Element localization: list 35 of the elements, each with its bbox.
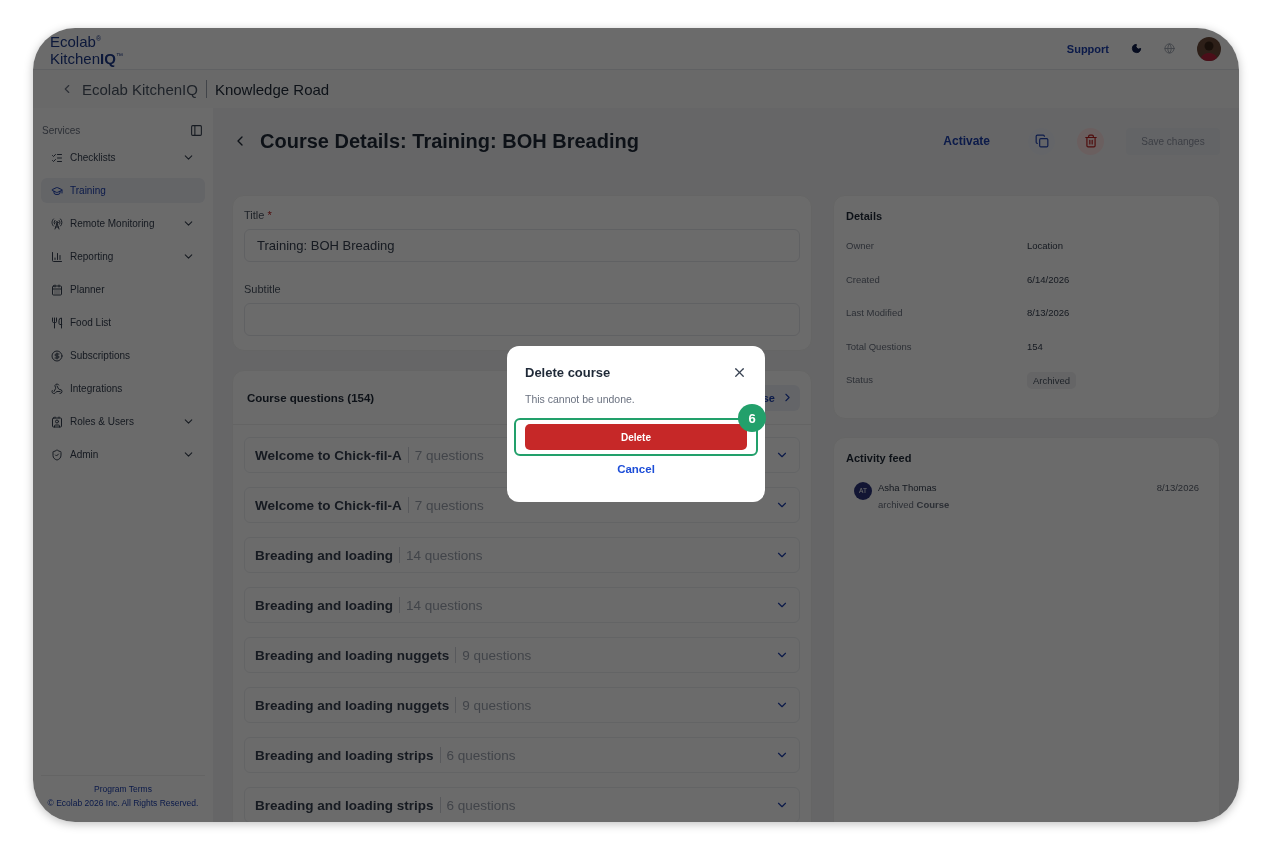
- dialog-message: This cannot be undone.: [525, 393, 636, 405]
- step-badge: 6: [738, 404, 766, 432]
- group-title: Breading and loading strips: [255, 747, 434, 763]
- detail-label: Last Modified: [846, 307, 904, 319]
- detail-value: 8/13/2026: [1027, 307, 1071, 319]
- status-badge: Archived: [1027, 372, 1076, 390]
- card-title: Details: [846, 210, 884, 222]
- group-title: Welcome to Chick-fil-A: [255, 497, 402, 513]
- copyright: © Ecolab 2026 Inc. All Rights Reserved.: [47, 798, 199, 808]
- user-name: Asha Thomas: [878, 481, 938, 493]
- group-title: Breading and loading nuggets: [255, 697, 450, 713]
- group-title: Breading and loading nuggets: [255, 647, 450, 663]
- field-label: Subtitle: [244, 283, 282, 295]
- detail-label: Created: [846, 273, 881, 285]
- page-name: Knowledge Road: [214, 80, 330, 98]
- logo: Ecolab$^{®}$: [50, 31, 103, 49]
- group-title: Welcome to Chick-fil-A: [255, 447, 402, 463]
- group-title: Breading and loading: [255, 547, 393, 563]
- dialog-title: Delete course: [525, 365, 611, 380]
- sidebar-heading: Services: [42, 125, 81, 136]
- activity-text: archived Course: [878, 498, 951, 510]
- detail-value: Location: [1027, 240, 1064, 251]
- detail-label: Owner: [846, 240, 875, 251]
- detail-value: 154: [1027, 340, 1044, 352]
- page-title: Course Details: Training: BOH Breading: [260, 129, 640, 153]
- card-title: Activity feed: [846, 451, 913, 464]
- questions-heading: Course questions (154): [247, 391, 375, 404]
- detail-value: 6/14/2026: [1027, 273, 1071, 285]
- field-label: Title *: [244, 209, 273, 221]
- activity-date: 8/13/2026: [1156, 481, 1199, 495]
- group-title: Breading and loading: [255, 597, 393, 613]
- group-title: Breading and loading strips: [255, 797, 434, 813]
- detail-label: Status: [846, 374, 874, 386]
- logo: KitchenIQ$^{™}$: [50, 48, 124, 66]
- detail-label: Total Questions: [846, 340, 913, 352]
